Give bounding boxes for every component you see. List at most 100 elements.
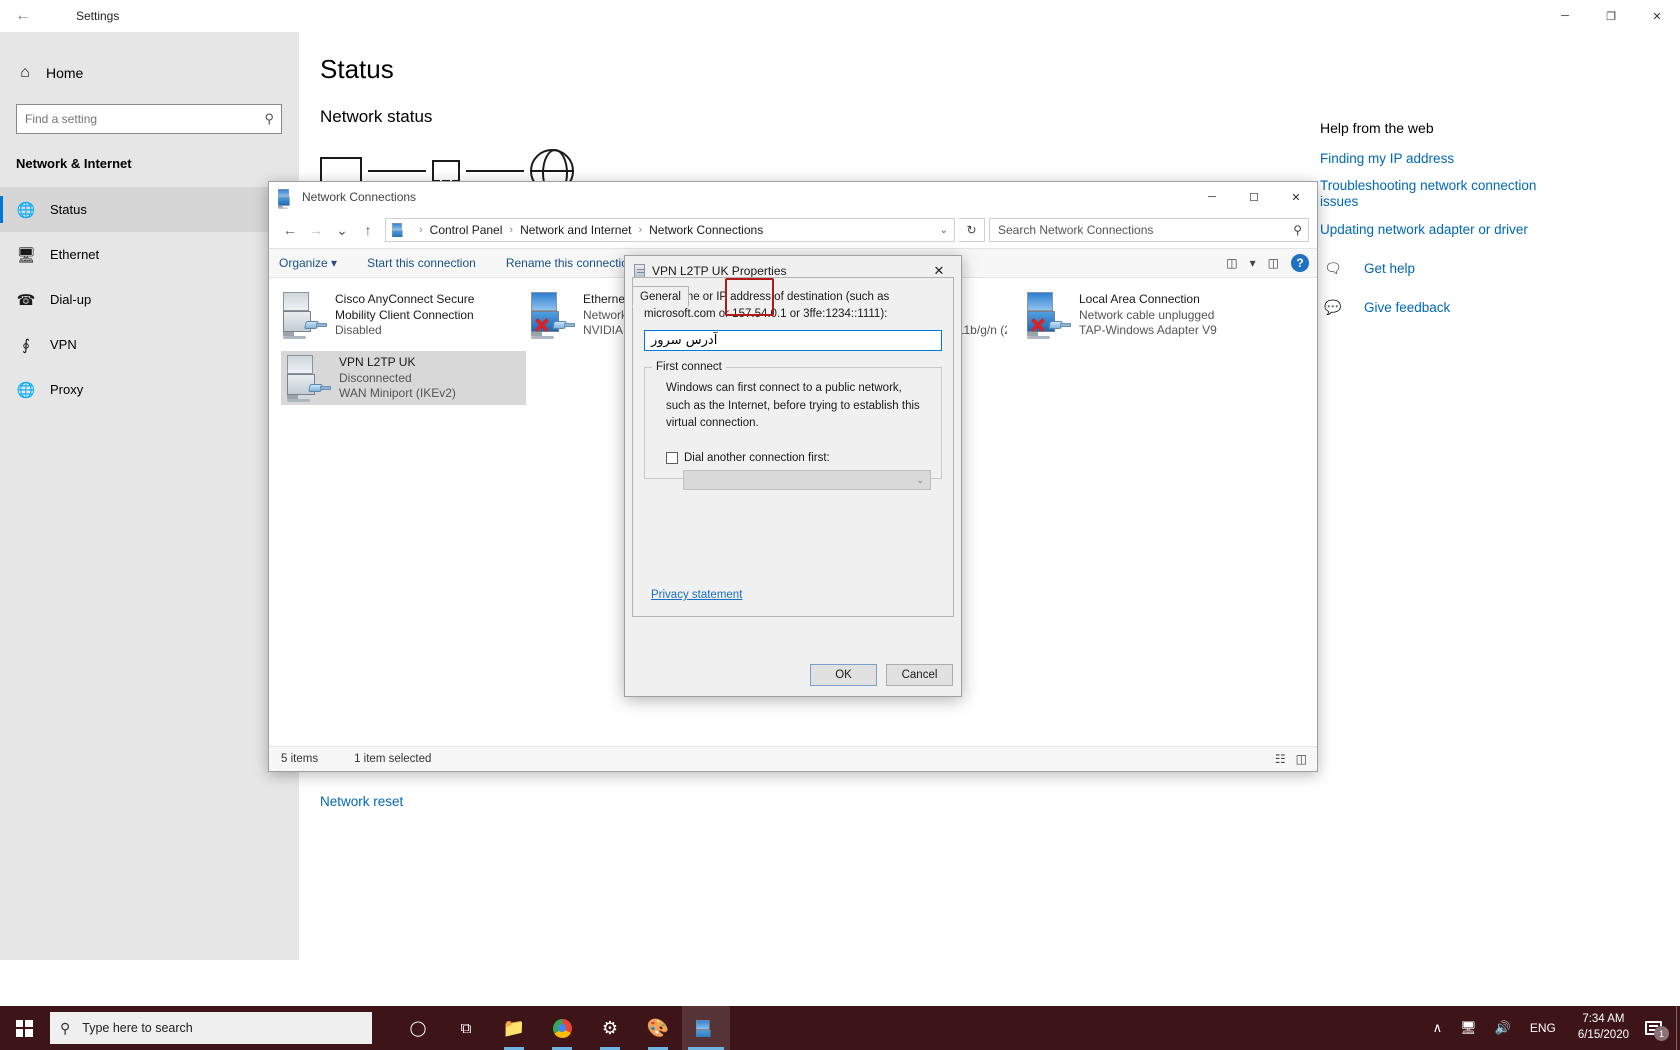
- search-setting-wrapper: ⚲: [16, 104, 282, 134]
- back-arrow-icon[interactable]: ←: [0, 0, 46, 32]
- list-item[interactable]: Cisco AnyConnect Secure Mobility Client …: [277, 288, 517, 342]
- taskbar-search-box[interactable]: ⚲ Type here to search: [50, 1012, 372, 1044]
- search-input[interactable]: [16, 104, 282, 134]
- ok-button[interactable]: OK: [810, 664, 877, 686]
- tab-general[interactable]: General: [632, 286, 689, 307]
- give-feedback-action[interactable]: 💬 Give feedback: [1320, 299, 1680, 316]
- preview-pane-icon[interactable]: ◫: [1268, 256, 1279, 270]
- large-icons-view-icon[interactable]: ◫: [1296, 752, 1307, 766]
- breadcrumb[interactable]: › Control Panel › Network and Internet ›…: [385, 218, 955, 242]
- maximize-button[interactable]: ☐: [1233, 182, 1275, 212]
- breadcrumb-network-and-internet[interactable]: Network and Internet: [520, 223, 631, 237]
- breadcrumb-control-panel[interactable]: Control Panel: [430, 223, 503, 237]
- notifications-button[interactable]: 1: [1645, 1021, 1669, 1041]
- close-button[interactable]: ✕: [1275, 182, 1317, 212]
- file-explorer-icon[interactable]: 📁: [490, 1006, 538, 1050]
- forward-button[interactable]: →: [303, 217, 329, 243]
- list-item-selected[interactable]: VPN L2TP UK Disconnected WAN Miniport (I…: [281, 351, 526, 405]
- cancel-button[interactable]: Cancel: [886, 664, 953, 686]
- breadcrumb-separator: ›: [638, 224, 643, 236]
- network-connections-icon: [278, 189, 294, 209]
- network-plug-icon: [304, 318, 327, 331]
- show-hidden-icons-chevron-icon[interactable]: ∧: [1433, 1020, 1443, 1036]
- rename-connection-button[interactable]: Rename this connection: [506, 256, 635, 270]
- up-button[interactable]: ↑: [355, 217, 381, 243]
- show-desktop-button[interactable]: [1676, 1006, 1680, 1050]
- chrome-icon[interactable]: [538, 1006, 586, 1050]
- sidebar-item-home[interactable]: ⌂ Home: [12, 56, 299, 90]
- chevron-down-icon[interactable]: ▾: [1250, 256, 1256, 270]
- minimize-button[interactable]: ─: [1542, 0, 1588, 32]
- sidebar-item-proxy[interactable]: 🌐 Proxy: [0, 367, 299, 412]
- first-connect-group: First connect Windows can first connect …: [644, 361, 942, 491]
- settings-titlebar: ← Settings ─ ❐ ✕: [0, 0, 1680, 32]
- help-pane-title: Help from the web: [1320, 120, 1434, 136]
- paint-icon[interactable]: 🎨: [634, 1006, 682, 1050]
- taskbar: ⚲ Type here to search ◯ ⧉ 📁 ⚙ 🎨 ∧ 🖥 🔊 EN…: [0, 1006, 1680, 1050]
- settings-icon[interactable]: ⚙: [586, 1006, 634, 1050]
- explorer-titlebar[interactable]: Network Connections ─ ☐ ✕: [269, 182, 1317, 212]
- sidebar-item-ethernet[interactable]: 🖥 Ethernet: [0, 232, 299, 277]
- connection-name: Local Area Connection: [1079, 292, 1200, 306]
- minimize-button[interactable]: ─: [1191, 182, 1233, 212]
- connection-status: Disconnected: [339, 370, 412, 385]
- task-view-icon[interactable]: ⧉: [442, 1006, 490, 1050]
- taskbar-app-buttons: ◯ ⧉ 📁 ⚙ 🎨: [394, 1006, 730, 1050]
- help-link-troubleshooting[interactable]: Troubleshooting network connection issue…: [1320, 178, 1545, 210]
- start-button[interactable]: [0, 1006, 48, 1050]
- recent-locations-button[interactable]: ⌄: [329, 217, 355, 243]
- get-help-action[interactable]: 🗨 Get help: [1320, 260, 1680, 277]
- breadcrumb-separator: ›: [509, 224, 514, 236]
- dialog-title: VPN L2TP UK Properties: [652, 263, 787, 278]
- dial-another-connection-checkbox[interactable]: [666, 452, 678, 465]
- explorer-search-input[interactable]: Search Network Connections ⚲: [989, 218, 1309, 242]
- host-name-input[interactable]: آدرس سرور: [644, 330, 942, 352]
- monitor-gray-icon: [283, 292, 331, 339]
- organize-button[interactable]: Organize ▾: [279, 256, 337, 270]
- vpn-key-icon: ∮: [22, 336, 30, 354]
- explorer-status-bar: 5 items 1 item selected ☷ ◫: [269, 746, 1317, 771]
- view-options-icon[interactable]: ◫: [1226, 256, 1237, 270]
- monitor-gray-icon: [287, 355, 335, 402]
- privacy-statement-link[interactable]: Privacy statement: [651, 589, 742, 601]
- network-icon[interactable]: 🖥: [1460, 1020, 1477, 1036]
- language-indicator[interactable]: ENG: [1530, 1021, 1556, 1035]
- clock[interactable]: 7:34 AM 6/15/2020: [1578, 1012, 1629, 1043]
- help-link-updating-adapter[interactable]: Updating network adapter or driver: [1320, 222, 1545, 238]
- settings-sidebar: ⌂ Home ⚲ Network & Internet 🌐 Status 🖥 E…: [0, 32, 299, 960]
- help-link-finding-ip[interactable]: Finding my IP address: [1320, 151, 1545, 167]
- maximize-button[interactable]: ❐: [1588, 0, 1634, 32]
- vpn-properties-dialog: VPN L2TP UK Properties ✕ General Options…: [624, 255, 962, 697]
- dial-another-connection-row[interactable]: Dial another connection first:: [666, 452, 929, 465]
- explorer-navigation-bar: ← → ⌄ ↑ › Control Panel › Network and In…: [269, 212, 1317, 248]
- start-connection-button[interactable]: Start this connection: [367, 256, 476, 270]
- sidebar-section-heading: Network & Internet: [16, 156, 132, 171]
- sidebar-item-vpn[interactable]: ∮ VPN: [0, 322, 299, 367]
- sidebar-item-label: Status: [50, 202, 87, 217]
- breadcrumb-network-connections[interactable]: Network Connections: [649, 223, 763, 237]
- link-network-reset[interactable]: Network reset: [320, 794, 425, 809]
- cortana-icon[interactable]: ◯: [394, 1006, 442, 1050]
- sidebar-item-dialup[interactable]: ☎ Dial-up: [0, 277, 299, 322]
- details-view-icon[interactable]: ☷: [1275, 752, 1286, 766]
- sidebar-item-status[interactable]: 🌐 Status: [0, 187, 299, 232]
- sidebar-item-label: Ethernet: [50, 247, 100, 262]
- back-button[interactable]: ←: [277, 217, 303, 243]
- connection-status: Network cable unplugged: [1079, 307, 1215, 322]
- network-plug-icon: [1048, 318, 1071, 331]
- list-item[interactable]: Local Area Connection Network cable unpl…: [1021, 288, 1261, 342]
- sidebar-item-label: Proxy: [50, 382, 84, 397]
- search-icon: ⚲: [60, 1019, 71, 1036]
- close-button[interactable]: ✕: [1634, 0, 1680, 32]
- search-icon[interactable]: ⚲: [264, 111, 274, 127]
- settings-window-controls: ─ ❐ ✕: [1542, 0, 1680, 32]
- refresh-icon[interactable]: ↻: [959, 218, 985, 242]
- chevron-down-icon[interactable]: ⌄: [940, 225, 948, 236]
- sidebar-item-label: VPN: [50, 337, 77, 352]
- phone-icon: ☎: [16, 291, 36, 309]
- windows-logo-icon: [15, 1019, 33, 1037]
- volume-icon[interactable]: 🔊: [1495, 1020, 1511, 1036]
- dial-connection-select[interactable]: ⌄: [683, 470, 931, 491]
- network-connections-taskbar-icon[interactable]: [682, 1006, 730, 1050]
- clock-time: 7:34 AM: [1582, 1013, 1625, 1026]
